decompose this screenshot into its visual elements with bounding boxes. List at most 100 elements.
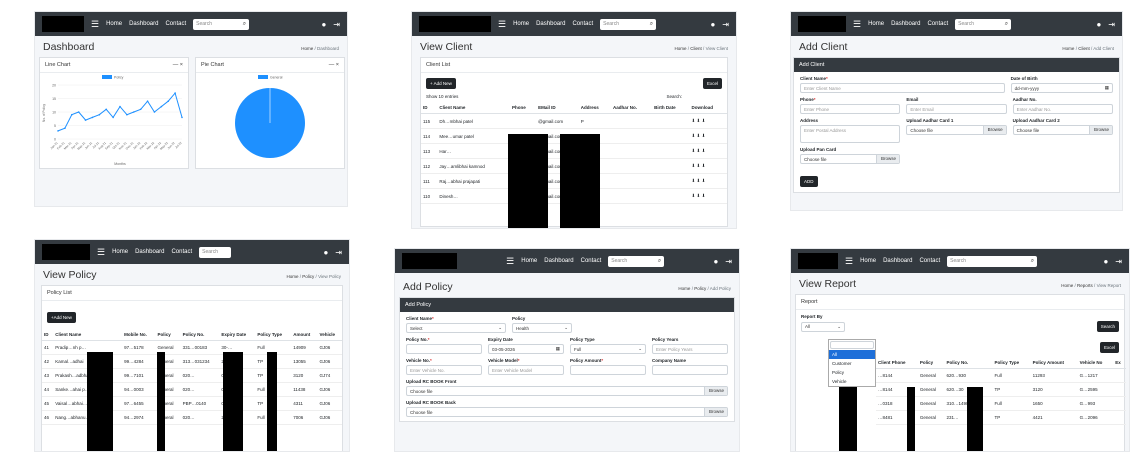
- search-input[interactable]: Search ⌕: [193, 18, 250, 30]
- report-by-select[interactable]: All ⌄: [801, 321, 845, 332]
- chat-icon[interactable]: ●: [713, 257, 718, 266]
- nav-dashboard-link[interactable]: Dashboard: [883, 258, 912, 264]
- phone-input[interactable]: Enter Phone: [800, 104, 901, 114]
- nav-dashboard-link[interactable]: Dashboard: [544, 258, 573, 264]
- column-header[interactable]: ID: [421, 102, 438, 114]
- policy-no-input[interactable]: [406, 344, 482, 354]
- column-header[interactable]: Birth Date: [652, 102, 690, 114]
- search-icon[interactable]: ⌕: [658, 258, 661, 265]
- download-icons[interactable]: ⬇ ⬇ ⬇: [689, 188, 727, 204]
- column-header[interactable]: Mobile No.: [122, 329, 156, 341]
- aadhar1-file-input[interactable]: Choose file Browse: [906, 125, 1007, 135]
- policy-years-input[interactable]: Enter Policy Years: [652, 344, 728, 354]
- calendar-icon[interactable]: ▦: [1105, 85, 1109, 91]
- expiry-input[interactable]: 03-05-2026 ▦: [488, 344, 564, 354]
- breadcrumb-home[interactable]: Home: [301, 46, 313, 51]
- breadcrumb-home[interactable]: Home: [675, 46, 687, 51]
- hamburger-icon[interactable]: ☰: [853, 19, 861, 29]
- column-header[interactable]: Client Name: [437, 102, 511, 114]
- download-icons[interactable]: ⬇ ⬇ ⬇: [689, 128, 727, 144]
- nav-contact-link[interactable]: Contact: [919, 258, 940, 264]
- column-header[interactable]: Ex: [1113, 357, 1126, 369]
- hamburger-icon[interactable]: ☰: [91, 19, 99, 29]
- browse-button[interactable]: Browse: [703, 387, 727, 395]
- chat-icon[interactable]: ●: [321, 20, 326, 29]
- search-input[interactable]: Search: [199, 246, 232, 258]
- policy-type-select[interactable]: Full ⌄: [570, 344, 646, 354]
- hamburger-icon[interactable]: ☰: [97, 247, 105, 257]
- column-header[interactable]: Policy Amount: [1030, 357, 1078, 369]
- chat-icon[interactable]: ●: [323, 248, 328, 257]
- column-header[interactable]: Expiry Date: [219, 329, 256, 341]
- browse-button[interactable]: Browse: [1088, 126, 1112, 134]
- hamburger-icon[interactable]: ☰: [845, 256, 853, 266]
- chat-icon[interactable]: ●: [710, 20, 715, 29]
- search-input[interactable]: Search ⌕: [947, 255, 1038, 267]
- column-header[interactable]: Policy No.: [944, 357, 993, 369]
- download-icons[interactable]: ⬇ ⬇ ⬇: [689, 158, 727, 174]
- chat-icon[interactable]: ●: [1103, 257, 1108, 266]
- browse-button[interactable]: Browse: [703, 408, 727, 416]
- breadcrumb-reports[interactable]: Reports: [1077, 283, 1093, 288]
- email-input[interactable]: Enter Email: [906, 104, 1007, 114]
- aadhar-input[interactable]: Enter Aadhar No.: [1012, 104, 1113, 114]
- dob-input[interactable]: dd-mm-yyyy ▦: [1010, 83, 1113, 93]
- table-row[interactable]: …8144 General 620…930 Full 11293 G…1217: [876, 368, 1126, 383]
- search-icon[interactable]: ⌕: [650, 21, 653, 28]
- chat-icon[interactable]: ●: [1096, 20, 1101, 29]
- nav-contact-link[interactable]: Contact: [165, 21, 186, 27]
- breadcrumb-home[interactable]: Home: [678, 286, 690, 291]
- calendar-icon[interactable]: ▦: [556, 346, 560, 352]
- rc-front-file-input[interactable]: Choose file Browse: [406, 386, 728, 396]
- column-header[interactable]: Vehicle No: [1077, 357, 1114, 369]
- column-header[interactable]: Aadhar No.: [611, 102, 653, 114]
- excel-button[interactable]: Excel: [1099, 342, 1119, 353]
- add-new-button[interactable]: + Add New: [426, 78, 456, 89]
- search-input[interactable]: Search ⌕: [608, 255, 665, 267]
- policy-select[interactable]: Health ⌄: [512, 323, 572, 333]
- breadcrumb-home[interactable]: Home: [1061, 283, 1073, 288]
- dropdown-option[interactable]: Vehicle: [829, 377, 875, 386]
- search-icon[interactable]: ⌕: [1031, 258, 1034, 265]
- logout-icon[interactable]: ⇥: [722, 20, 729, 29]
- logout-icon[interactable]: ⇥: [335, 248, 342, 257]
- breadcrumb-home[interactable]: Home: [287, 274, 299, 279]
- column-header[interactable]: Policy: [917, 357, 945, 369]
- logout-icon[interactable]: ⇥: [1108, 20, 1115, 29]
- browse-button[interactable]: Browse: [875, 155, 899, 163]
- column-header[interactable]: EMail ID: [536, 102, 579, 114]
- breadcrumb-client[interactable]: Client: [690, 46, 702, 51]
- aadhar2-file-input[interactable]: Choose file Browse: [1012, 125, 1113, 135]
- logout-icon[interactable]: ⇥: [725, 257, 732, 266]
- search-icon[interactable]: ⌕: [243, 21, 246, 28]
- column-header[interactable]: Phone: [510, 102, 537, 114]
- column-header[interactable]: Policy: [155, 329, 181, 341]
- search-input[interactable]: Search ⌕: [600, 18, 657, 30]
- download-icons[interactable]: ⬇ ⬇ ⬇: [689, 113, 727, 129]
- vehicle-model-input[interactable]: Enter Vehicle Model: [488, 365, 564, 375]
- nav-home-link[interactable]: Home: [868, 21, 884, 27]
- column-header[interactable]: Client Name: [53, 329, 123, 341]
- dropdown-option[interactable]: Policy: [829, 368, 875, 377]
- add-client-button[interactable]: ADD: [800, 176, 818, 187]
- card-controls[interactable]: — ×: [329, 62, 339, 68]
- client-select[interactable]: Select ⌄: [406, 323, 506, 333]
- column-header[interactable]: ID: [42, 329, 54, 341]
- search-button[interactable]: Search: [1096, 321, 1119, 332]
- column-header[interactable]: Vehicle: [317, 329, 342, 341]
- download-icons[interactable]: ⬇ ⬇ ⬇: [689, 173, 727, 189]
- column-header[interactable]: Amount: [291, 329, 318, 341]
- excel-button[interactable]: Excel: [702, 78, 722, 89]
- address-textarea[interactable]: Enter Postal Address: [800, 125, 901, 143]
- breadcrumb-client[interactable]: Client: [1078, 46, 1090, 51]
- nav-contact-link[interactable]: Contact: [581, 258, 602, 264]
- browse-button[interactable]: Browse: [982, 126, 1006, 134]
- policy-amount-input[interactable]: [570, 365, 646, 375]
- search-input[interactable]: Search ⌕: [955, 18, 1012, 30]
- column-header[interactable]: Policy No.: [180, 329, 220, 341]
- search-icon[interactable]: ⌕: [1005, 21, 1008, 28]
- nav-dashboard-link[interactable]: Dashboard: [891, 21, 920, 27]
- nav-dashboard-link[interactable]: Dashboard: [536, 21, 565, 27]
- nav-home-link[interactable]: Home: [112, 249, 128, 255]
- hamburger-icon[interactable]: ☰: [498, 19, 506, 29]
